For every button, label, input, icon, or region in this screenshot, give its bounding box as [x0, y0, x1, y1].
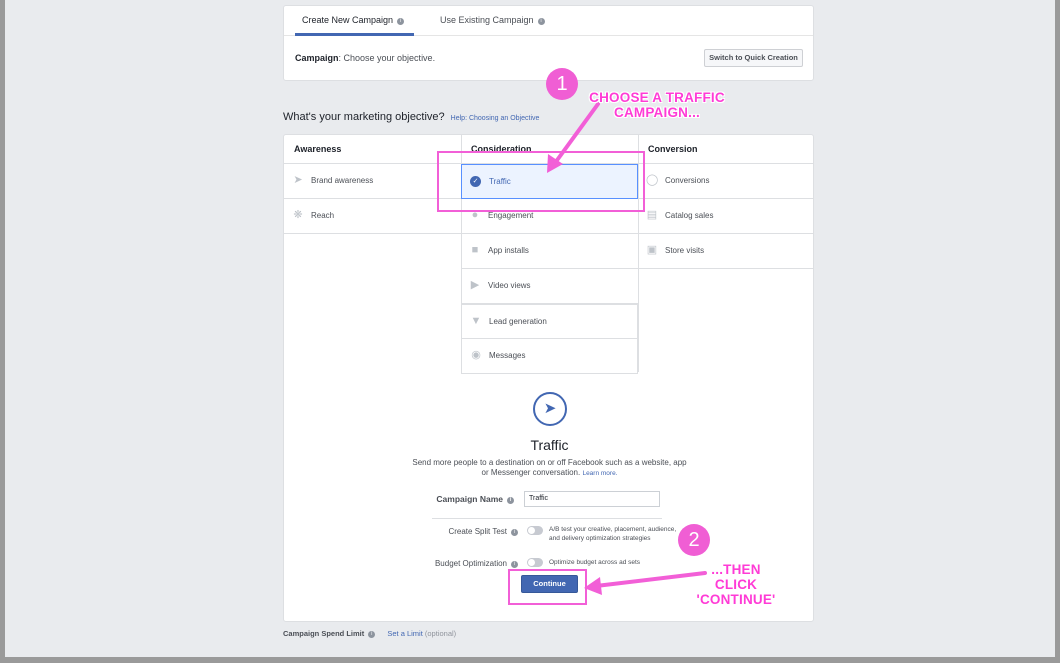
step-2-callout: ...THEN CLICK 'CONTINUE': [688, 562, 784, 607]
callout-line: CAMPAIGN...: [614, 105, 700, 120]
callout-line: CLICK: [714, 577, 758, 592]
annotation-arrows: [547, 102, 707, 595]
callout-line: CHOOSE A TRAFFIC: [589, 90, 725, 105]
step-2-badge: 2: [678, 524, 710, 556]
step-1-callout: CHOOSE A TRAFFIC CAMPAIGN...: [572, 90, 742, 120]
callout-line: ...THEN: [711, 562, 761, 577]
callout-line: 'CONTINUE': [696, 592, 776, 607]
